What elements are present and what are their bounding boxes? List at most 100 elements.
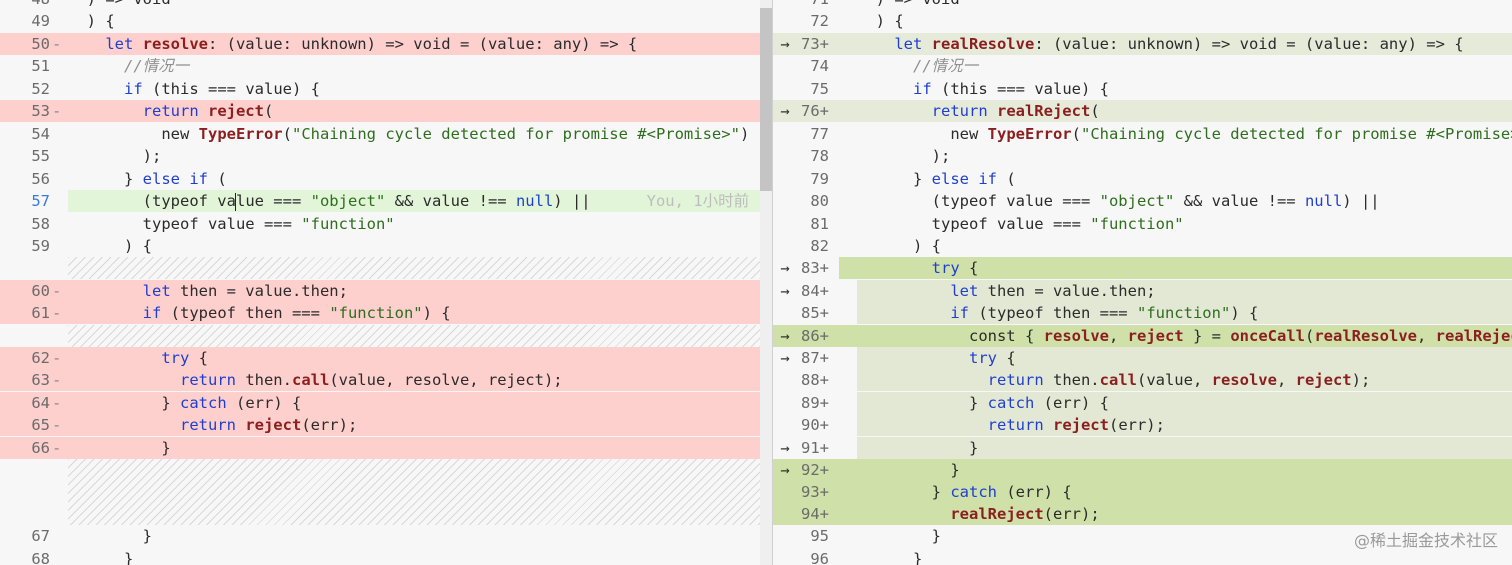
line-number: 93+ bbox=[801, 483, 829, 501]
code-text[interactable]: (typeof value === "object" && value !== … bbox=[68, 190, 760, 212]
diff-left-pane[interactable]: 48 ) => void 49 ) { 50- let resolve: (va… bbox=[0, 0, 760, 565]
line-number: 52 bbox=[31, 79, 50, 98]
line-number: 79 bbox=[810, 169, 829, 188]
code-text[interactable]: ); bbox=[68, 145, 162, 167]
code-line: 58 typeof value === "function" bbox=[0, 213, 760, 235]
code-text[interactable]: ) { bbox=[857, 10, 904, 32]
code-text[interactable]: const { resolve, reject } = onceCall(rea… bbox=[857, 325, 1512, 347]
watermark: @稀土掘金技术社区 bbox=[1353, 531, 1498, 550]
apply-change-arrow-icon[interactable]: → bbox=[775, 280, 795, 302]
code-text[interactable]: } bbox=[857, 525, 941, 547]
code-line: 75 if (this === value) { bbox=[773, 78, 1512, 100]
code-text[interactable]: } bbox=[857, 548, 922, 565]
code-text[interactable]: return reject( bbox=[68, 100, 274, 122]
code-text[interactable]: realReject(err); bbox=[857, 503, 1099, 525]
code-line: 49 ) { bbox=[0, 10, 760, 32]
code-line: 80 (typeof value === "object" && value !… bbox=[773, 190, 1512, 212]
line-number: 51 bbox=[31, 57, 50, 75]
apply-change-arrow-icon[interactable]: → bbox=[775, 257, 795, 279]
line-number: 74 bbox=[810, 57, 829, 75]
code-text[interactable]: } bbox=[68, 437, 170, 459]
code-text[interactable]: typeof value === "function" bbox=[68, 213, 395, 235]
line-number: 75 bbox=[810, 79, 829, 98]
code-text[interactable]: ) { bbox=[68, 235, 152, 257]
code-text[interactable]: try { bbox=[857, 257, 979, 279]
line-number: 67 bbox=[31, 527, 50, 545]
diff-right-pane[interactable]: 71 ) => void 72 ) { → 73+ let realResolv… bbox=[773, 0, 1512, 565]
code-text[interactable]: if (typeof then === "function") { bbox=[68, 302, 451, 324]
code-line-added: 93+ } catch (err) { bbox=[773, 481, 1512, 504]
code-text[interactable]: } bbox=[857, 459, 959, 481]
line-number: 81 bbox=[810, 214, 829, 233]
apply-change-arrow-icon[interactable]: → bbox=[775, 437, 795, 459]
code-text[interactable]: new TypeError("Chaining cycle detected f… bbox=[68, 123, 749, 145]
code-line-added: → 91+ } bbox=[780, 436, 1512, 459]
code-text[interactable]: //情况一 bbox=[68, 55, 189, 77]
code-line-added: 90+ return reject(err); bbox=[801, 414, 1512, 437]
code-text[interactable]: if (this === value) { bbox=[68, 78, 320, 100]
code-line: 77 new TypeError("Chaining cycle detecte… bbox=[773, 123, 1512, 145]
line-number: 84+ bbox=[801, 281, 829, 300]
diff-marker: - bbox=[52, 393, 62, 412]
code-line-added: → 92+ } bbox=[773, 459, 1512, 482]
code-text[interactable]: let realResolve: (value: unknown) => voi… bbox=[857, 33, 1463, 55]
code-text[interactable]: ) => void bbox=[857, 0, 960, 10]
code-line-removed: 60- let then = value.then; bbox=[0, 279, 760, 302]
code-text[interactable]: return then.call(value, resolve, reject)… bbox=[68, 369, 563, 391]
code-line: 59 ) { bbox=[0, 235, 760, 257]
code-text[interactable]: //情况一 bbox=[857, 55, 978, 77]
code-text[interactable]: ); bbox=[857, 145, 951, 167]
code-text[interactable]: ) { bbox=[68, 10, 115, 32]
apply-change-arrow-icon[interactable]: → bbox=[775, 325, 795, 347]
code-text[interactable]: return reject(err); bbox=[68, 414, 357, 436]
code-text[interactable]: let resolve: (value: unknown) => void = … bbox=[68, 33, 637, 55]
code-text[interactable]: } else if ( bbox=[68, 168, 227, 190]
code-text[interactable]: } bbox=[68, 548, 133, 565]
code-line-added: → 83+ try { bbox=[780, 257, 1512, 280]
line-number: 71 bbox=[795, 0, 829, 10]
apply-change-arrow-icon[interactable]: → bbox=[775, 33, 795, 55]
diff-marker: - bbox=[52, 416, 62, 434]
code-text[interactable]: typeof value === "function" bbox=[857, 213, 1184, 235]
code-line: 81 typeof value === "function" bbox=[773, 213, 1512, 235]
code-text[interactable]: try { bbox=[857, 347, 1016, 369]
line-number: 48 bbox=[0, 0, 50, 10]
code-text[interactable]: if (typeof then === "function") { bbox=[857, 302, 1258, 324]
code-text[interactable]: } else if ( bbox=[857, 168, 1016, 190]
code-line-added: → 73+ let realResolve: (value: unknown) … bbox=[773, 32, 1512, 55]
code-text[interactable]: } catch (err) { bbox=[857, 481, 1072, 503]
code-text[interactable]: ) => void bbox=[68, 0, 171, 10]
line-number: 91+ bbox=[801, 438, 829, 457]
code-text[interactable]: let then = value.then; bbox=[68, 280, 348, 302]
code-line: 68 } bbox=[0, 548, 760, 565]
diff-marker: - bbox=[52, 34, 62, 53]
code-line: 71 ) => void bbox=[773, 0, 1512, 10]
code-text[interactable]: return then.call(value, resolve, reject)… bbox=[857, 369, 1371, 391]
code-text[interactable]: ) { bbox=[857, 235, 941, 257]
code-text[interactable]: } catch (err) { bbox=[857, 392, 1109, 414]
code-text[interactable]: let then = value.then; bbox=[857, 280, 1155, 302]
code-text[interactable]: } bbox=[857, 437, 978, 459]
apply-change-arrow-icon[interactable]: → bbox=[775, 347, 795, 369]
code-line-added: 85+ if (typeof then === "function") { bbox=[801, 302, 1512, 325]
code-text[interactable]: } bbox=[68, 525, 152, 547]
line-number: 76+ bbox=[801, 102, 829, 120]
code-line-removed: 53- return reject( bbox=[0, 100, 760, 123]
code-line: 78 ); bbox=[773, 145, 1512, 167]
code-text[interactable]: if (this === value) { bbox=[857, 78, 1109, 100]
apply-change-arrow-icon[interactable]: → bbox=[775, 100, 795, 122]
code-text[interactable]: new TypeError("Chaining cycle detected f… bbox=[857, 123, 1512, 145]
code-text[interactable]: return reject(err); bbox=[857, 414, 1165, 436]
code-text[interactable]: } catch (err) { bbox=[68, 392, 301, 414]
code-line-added: 94+ realReject(err); bbox=[773, 503, 1512, 526]
code-line: 67 } bbox=[0, 525, 760, 547]
code-line-added: → 76+ return realReject( bbox=[773, 100, 1512, 123]
code-text[interactable]: (typeof value === "object" && value !== … bbox=[857, 190, 1380, 212]
line-number: 63 bbox=[31, 371, 50, 389]
code-text[interactable]: try { bbox=[68, 347, 208, 369]
code-text[interactable]: return realReject( bbox=[857, 100, 1100, 122]
apply-change-arrow-icon[interactable]: → bbox=[775, 459, 795, 481]
code-line-removed: 62- try { bbox=[0, 346, 760, 369]
code-line-added: 88+ return then.call(value, resolve, rej… bbox=[801, 369, 1512, 392]
line-number: 72 bbox=[810, 12, 829, 30]
